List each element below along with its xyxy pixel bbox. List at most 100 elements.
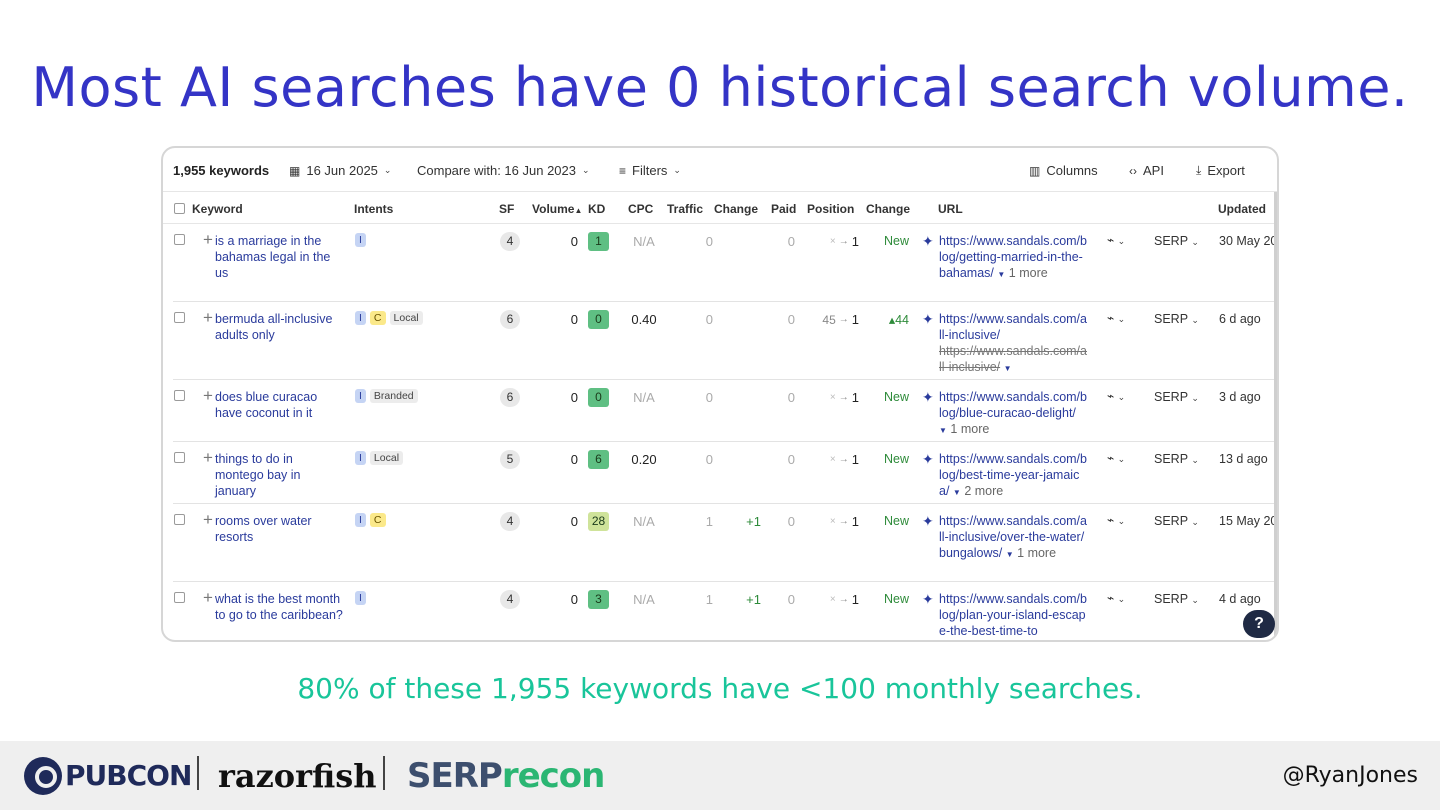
- table-row: + is a marriage in the bahamas legal in …: [173, 224, 1278, 302]
- table-row: + what is the best month to go to the ca…: [173, 582, 1277, 640]
- col-change[interactable]: Change: [714, 202, 758, 216]
- keyword-link[interactable]: what is the best month to go to the cari…: [215, 591, 343, 623]
- traffic-value: 0: [705, 312, 713, 327]
- pubcon-mark-icon: [24, 756, 62, 795]
- updated-value: 30 May 20: [1219, 234, 1278, 248]
- trend-chart-icon[interactable]: ⌁ ⌄: [1107, 591, 1125, 605]
- trend-chart-icon[interactable]: ⌁ ⌄: [1107, 233, 1125, 247]
- sf-count[interactable]: 4: [500, 232, 520, 251]
- sort-asc-icon: ▲: [574, 206, 583, 215]
- row-checkbox[interactable]: [174, 390, 185, 401]
- col-cpc[interactable]: CPC: [628, 202, 653, 216]
- ai-overview-icon: ✦: [922, 233, 934, 249]
- serp-dropdown[interactable]: SERP ⌄: [1154, 390, 1199, 404]
- add-keyword-icon[interactable]: +: [203, 510, 213, 530]
- keyword-link[interactable]: bermuda all-inclusive adults only: [215, 311, 343, 343]
- caret-down-icon[interactable]: ▼: [997, 270, 1005, 279]
- col-position[interactable]: Position: [807, 202, 854, 216]
- sf-count[interactable]: 4: [500, 590, 520, 609]
- sf-count[interactable]: 4: [500, 512, 520, 531]
- filters-button[interactable]: ≡ Filters ⌄: [619, 163, 681, 178]
- serprecon-wordmark-a: SERP: [407, 755, 503, 796]
- add-keyword-icon[interactable]: +: [203, 448, 213, 468]
- serp-dropdown[interactable]: SERP ⌄: [1154, 514, 1199, 528]
- row-checkbox[interactable]: [174, 592, 185, 603]
- trend-chart-icon[interactable]: ⌁ ⌄: [1107, 389, 1125, 403]
- col-keyword[interactable]: Keyword: [192, 202, 243, 216]
- col-traffic[interactable]: Traffic: [667, 202, 703, 216]
- sf-count[interactable]: 6: [500, 310, 520, 329]
- select-all-checkbox[interactable]: [174, 203, 185, 214]
- more-urls-link[interactable]: 1 more: [950, 422, 989, 436]
- serp-dropdown[interactable]: SERP ⌄: [1154, 592, 1199, 606]
- add-keyword-icon[interactable]: +: [203, 386, 213, 406]
- paid-value: 0: [787, 312, 795, 327]
- trend-chart-icon[interactable]: ⌁ ⌄: [1107, 311, 1125, 325]
- row-checkbox[interactable]: [174, 312, 185, 323]
- export-button[interactable]: ⤓ Export: [1196, 163, 1245, 178]
- add-keyword-icon[interactable]: +: [203, 230, 213, 250]
- col-intents[interactable]: Intents: [354, 202, 393, 216]
- more-urls-link[interactable]: 1 more: [1017, 546, 1056, 560]
- serp-dropdown[interactable]: SERP ⌄: [1154, 234, 1199, 248]
- more-urls-link[interactable]: 1 more: [1009, 266, 1048, 280]
- table-row: + rooms over water resorts IC 4 0 28 N/A…: [173, 504, 1277, 582]
- keyword-link[interactable]: does blue curacao have coconut in it: [215, 389, 343, 421]
- scrollbar[interactable]: [1274, 192, 1277, 640]
- traffic-value: 0: [705, 452, 713, 467]
- row-checkbox[interactable]: [174, 234, 185, 245]
- paid-value: 0: [787, 514, 795, 529]
- intent-badge: C: [369, 513, 386, 527]
- volume-value: 0: [570, 234, 578, 249]
- updated-value: 13 d ago: [1219, 452, 1268, 466]
- traffic-change: +1: [746, 514, 761, 529]
- add-keyword-icon[interactable]: +: [203, 588, 213, 608]
- caret-down-icon[interactable]: ▼: [953, 488, 961, 497]
- ai-overview-icon: ✦: [922, 451, 934, 467]
- url-link[interactable]: https://www.sandals.com/all-inclusive/: [939, 312, 1087, 342]
- serp-dropdown[interactable]: SERP ⌄: [1154, 312, 1199, 326]
- url-link[interactable]: https://www.sandals.com/blog/blue-curaca…: [939, 390, 1087, 420]
- col-kd[interactable]: KD: [588, 202, 605, 216]
- row-checkbox[interactable]: [174, 452, 185, 463]
- paid-value: 0: [787, 592, 795, 607]
- table-row: + things to do in montego bay in january…: [173, 442, 1277, 504]
- chevron-down-icon: ⌄: [1191, 315, 1199, 325]
- url-link[interactable]: https://www.sandals.com/blog/plan-your-i…: [939, 592, 1087, 638]
- col-volume-label: Volume: [532, 202, 575, 216]
- previous-url[interactable]: https://www.sandals.com/all-inclusive/: [939, 344, 1087, 374]
- help-button[interactable]: ?: [1243, 610, 1275, 638]
- columns-button[interactable]: ▥ Columns: [1029, 163, 1098, 178]
- api-button[interactable]: ‹› API: [1129, 163, 1164, 178]
- chevron-down-icon: ⌄: [383, 165, 392, 175]
- col-sf[interactable]: SF: [499, 202, 514, 216]
- url-cell: ✦ https://www.sandals.com/blog/plan-your…: [922, 591, 1087, 639]
- previous-position: ×: [829, 392, 836, 403]
- col-paid[interactable]: Paid: [771, 202, 796, 216]
- caret-down-icon[interactable]: ▼: [939, 426, 947, 435]
- cpc-value: N/A: [633, 592, 655, 607]
- keyword-link[interactable]: things to do in montego bay in january: [215, 451, 343, 499]
- keyword-link[interactable]: is a marriage in the bahamas legal in th…: [215, 233, 343, 281]
- sf-count[interactable]: 5: [500, 450, 520, 469]
- date-picker[interactable]: ▦ 16 Jun 2025 ⌄: [289, 163, 391, 178]
- chevron-down-icon: ⌄: [581, 165, 590, 175]
- more-urls-link[interactable]: 2 more: [964, 484, 1003, 498]
- keyword-link[interactable]: rooms over water resorts: [215, 513, 343, 545]
- col-volume[interactable]: Volume▲: [532, 202, 582, 216]
- sf-count[interactable]: 6: [500, 388, 520, 407]
- row-checkbox[interactable]: [174, 514, 185, 525]
- compare-dropdown[interactable]: Compare with: 16 Jun 2023 ⌄: [417, 163, 590, 178]
- caret-down-icon[interactable]: ▼: [1006, 550, 1014, 559]
- url-link[interactable]: https://www.sandals.com/blog/best-time-y…: [939, 452, 1087, 498]
- add-keyword-icon[interactable]: +: [203, 308, 213, 328]
- trend-chart-icon[interactable]: ⌁ ⌄: [1107, 513, 1125, 527]
- col-updated[interactable]: Updated: [1218, 202, 1266, 216]
- caret-down-icon[interactable]: ▼: [1004, 364, 1012, 373]
- chevron-down-icon: ⌄: [1191, 595, 1199, 605]
- col-url[interactable]: URL: [938, 202, 963, 216]
- serp-dropdown[interactable]: SERP ⌄: [1154, 452, 1199, 466]
- intent-badge: I: [355, 233, 366, 247]
- trend-chart-icon[interactable]: ⌁ ⌄: [1107, 451, 1125, 465]
- col-change-position[interactable]: Change: [866, 202, 910, 216]
